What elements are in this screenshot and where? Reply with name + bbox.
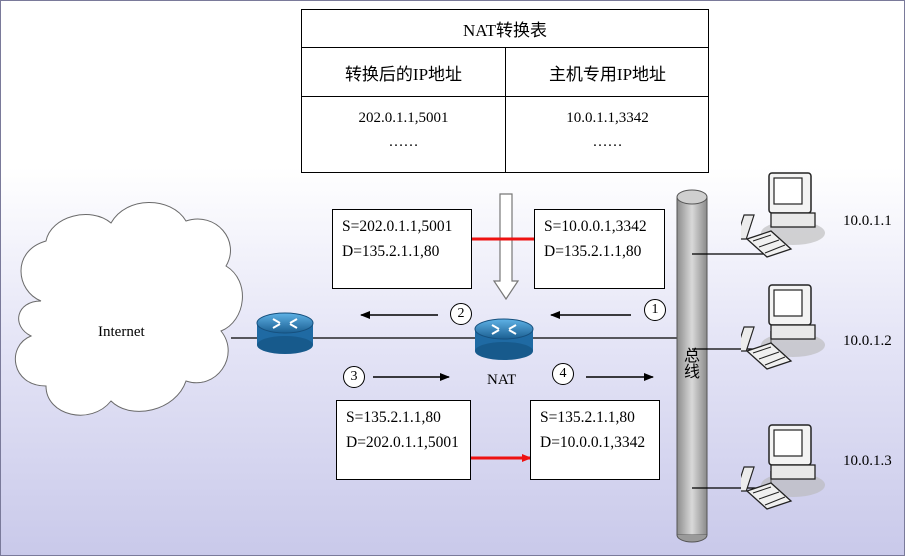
internet-router-icon — [256, 312, 314, 354]
internet-label: Internet — [98, 324, 145, 340]
bus-label: 总线 — [681, 347, 698, 379]
step-marker-2: 2 — [450, 303, 472, 325]
translated-ip-ellipsis: …… — [388, 134, 419, 150]
step-marker-3: 3 — [343, 366, 365, 388]
private-ip-cell: 10.0.1.1,3342 …… — [506, 106, 709, 154]
packet-outbound-original: S=10.0.0.1,3342 D=135.2.1.1,80 — [534, 209, 665, 289]
nat-router-icon — [474, 318, 534, 360]
translated-ip-entry: 202.0.1.1,5001 — [358, 110, 449, 126]
table-header-divider — [302, 96, 708, 97]
table-lookup-arrow — [492, 193, 520, 301]
private-ip-ellipsis: …… — [592, 134, 623, 150]
translated-ip-cell: 202.0.1.1,5001 …… — [302, 106, 505, 154]
step-marker-4: 4 — [552, 363, 574, 385]
private-ip-entry: 10.0.1.1,3342 — [566, 110, 649, 126]
host-ip-label: 10.0.1.3 — [843, 453, 892, 469]
host-computer-icon — [741, 172, 825, 258]
packet-inbound-original: S=135.2.1.1,80 D=202.0.1.1,5001 — [336, 400, 471, 480]
host-ip-label: 10.0.1.1 — [843, 213, 892, 229]
packet-source: S=135.2.1.1,80 — [540, 409, 635, 426]
nat-translation-table: NAT转换表 转换后的IP地址 主机专用IP地址 202.0.1.1,5001 … — [301, 9, 709, 173]
nat-label: NAT — [487, 372, 517, 388]
packet-inbound-translated: S=135.2.1.1,80 D=10.0.0.1,3342 — [530, 400, 660, 480]
packet-destination: D=135.2.1.1,80 — [342, 243, 440, 260]
packet-destination: D=10.0.0.1,3342 — [540, 434, 646, 451]
nat-diagram-canvas: NAT转换表 转换后的IP地址 主机专用IP地址 202.0.1.1,5001 … — [0, 0, 905, 556]
host-computer-icon — [741, 284, 825, 370]
col-header-translated-ip: 转换后的IP地址 — [344, 64, 463, 84]
packet-source: S=10.0.0.1,3342 — [544, 218, 647, 235]
packet-destination: D=202.0.1.1,5001 — [346, 434, 459, 451]
host-computer-icon — [741, 424, 825, 510]
host-ip-label: 10.0.1.2 — [843, 333, 892, 349]
step-marker-1: 1 — [644, 299, 666, 321]
packet-outbound-translated: S=202.0.1.1,5001 D=135.2.1.1,80 — [332, 209, 472, 289]
packet-destination: D=135.2.1.1,80 — [544, 243, 642, 260]
nat-table-title: NAT转换表 — [302, 10, 708, 48]
packet-source: S=202.0.1.1,5001 — [342, 218, 453, 235]
packet-source: S=135.2.1.1,80 — [346, 409, 441, 426]
internet-cloud — [15, 202, 243, 416]
col-header-private-ip: 主机专用IP地址 — [548, 64, 667, 84]
